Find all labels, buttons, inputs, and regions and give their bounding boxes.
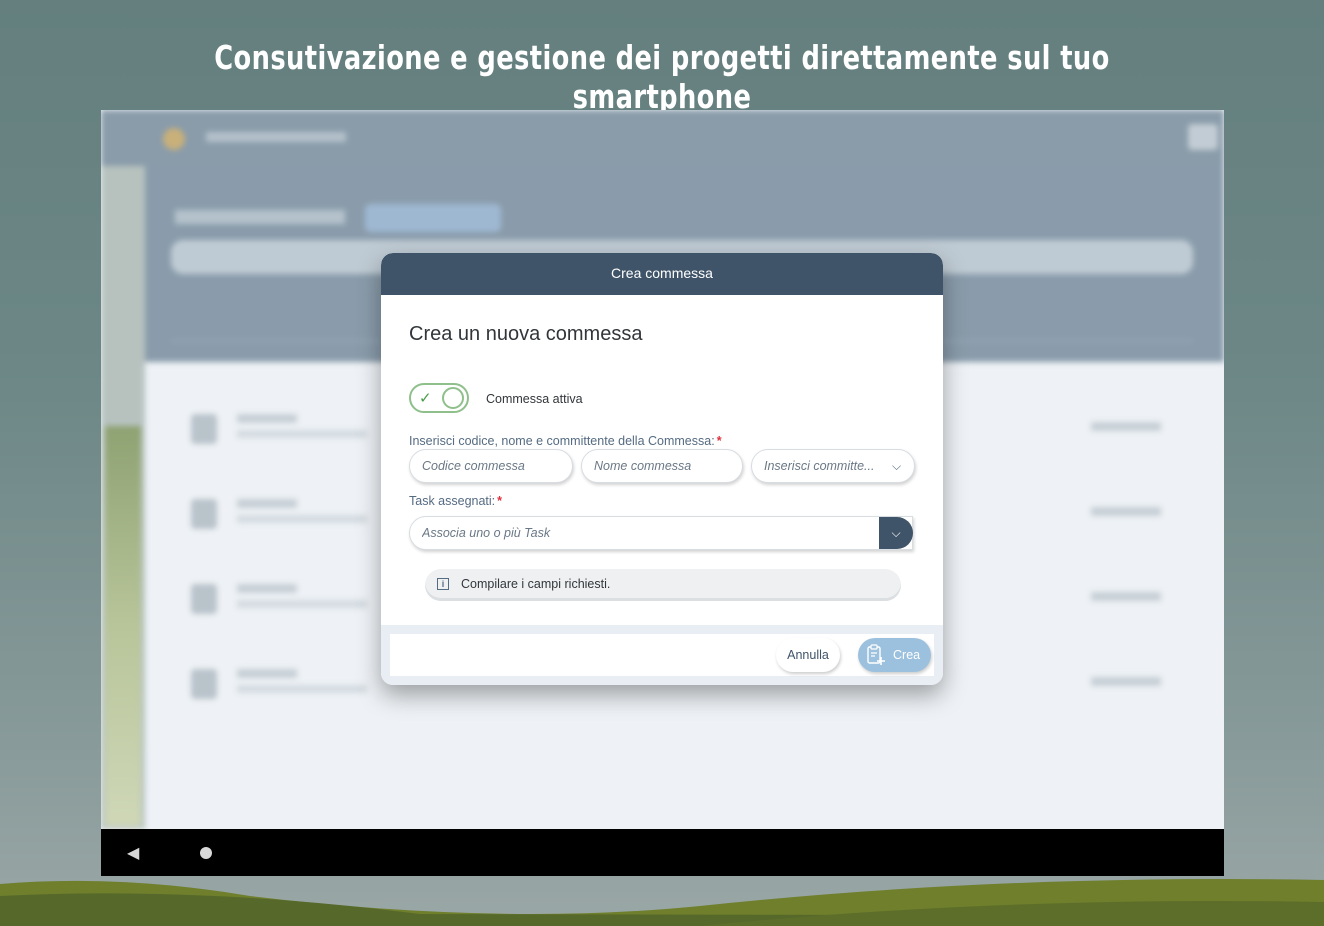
switch-label: Commessa attiva <box>486 392 583 406</box>
committente-input[interactable] <box>764 450 882 482</box>
device-frame: Crea commessa Crea un nuova commessa ✓ C… <box>101 110 1224 876</box>
committente-combobox[interactable]: ⌵ <box>751 449 915 483</box>
android-nav-bar: ◀ <box>101 829 1224 876</box>
dialog-subtitle: Crea un nuova commessa <box>409 323 643 345</box>
chevron-down-icon: ⌵ <box>891 526 901 540</box>
info-icon: i <box>437 578 449 590</box>
background-logo <box>163 128 185 150</box>
fields-label: Inserisci codice, nome e committente del… <box>409 434 722 448</box>
background-avatar <box>1188 124 1218 150</box>
create-button-label: Crea <box>893 648 921 662</box>
codice-commessa-input[interactable] <box>422 450 560 482</box>
dialog-footer: Annulla Crea <box>381 625 943 685</box>
commessa-attiva-switch[interactable]: ✓ <box>409 383 469 413</box>
codice-commessa-field[interactable] <box>409 449 573 483</box>
back-icon[interactable]: ◀ <box>127 843 139 863</box>
task-multicombo-field[interactable] <box>409 516 913 550</box>
task-label: Task assegnati: * <box>409 494 502 508</box>
chevron-down-icon[interactable]: ⌵ <box>892 459 901 474</box>
background-sidebar <box>101 166 145 829</box>
required-marker: * <box>497 494 503 508</box>
clipboard-add-icon <box>867 644 885 665</box>
nome-commessa-input[interactable] <box>594 450 730 482</box>
task-dropdown-button[interactable]: ⌵ <box>879 517 913 549</box>
background-title <box>206 132 346 142</box>
dialog-title: Crea commessa <box>381 253 943 295</box>
info-message-text: Compilare i campi richiesti. <box>461 577 611 591</box>
cancel-button[interactable]: Annulla <box>776 638 840 672</box>
info-message-strip: i Compilare i campi richiesti. <box>425 569 901 601</box>
task-input[interactable] <box>422 517 862 549</box>
fields-label-text: Inserisci codice, nome e committente del… <box>409 434 715 448</box>
dialog-footer-bar: Annulla Crea <box>390 634 934 676</box>
check-icon: ✓ <box>419 390 432 407</box>
switch-knob <box>442 387 464 409</box>
create-button[interactable]: Crea <box>858 638 931 672</box>
dialog-body: Crea un nuova commessa ✓ Commessa attiva… <box>381 295 943 625</box>
background-shell-bar <box>101 110 1224 166</box>
app-screen: Crea commessa Crea un nuova commessa ✓ C… <box>101 110 1224 829</box>
promo-title: Consutivazione e gestione dei progetti d… <box>214 38 1110 116</box>
home-icon[interactable] <box>200 847 212 859</box>
required-marker: * <box>716 434 722 448</box>
create-commessa-dialog: Crea commessa Crea un nuova commessa ✓ C… <box>381 253 943 685</box>
nome-commessa-field[interactable] <box>581 449 743 483</box>
task-label-text: Task assegnati: <box>409 494 496 508</box>
